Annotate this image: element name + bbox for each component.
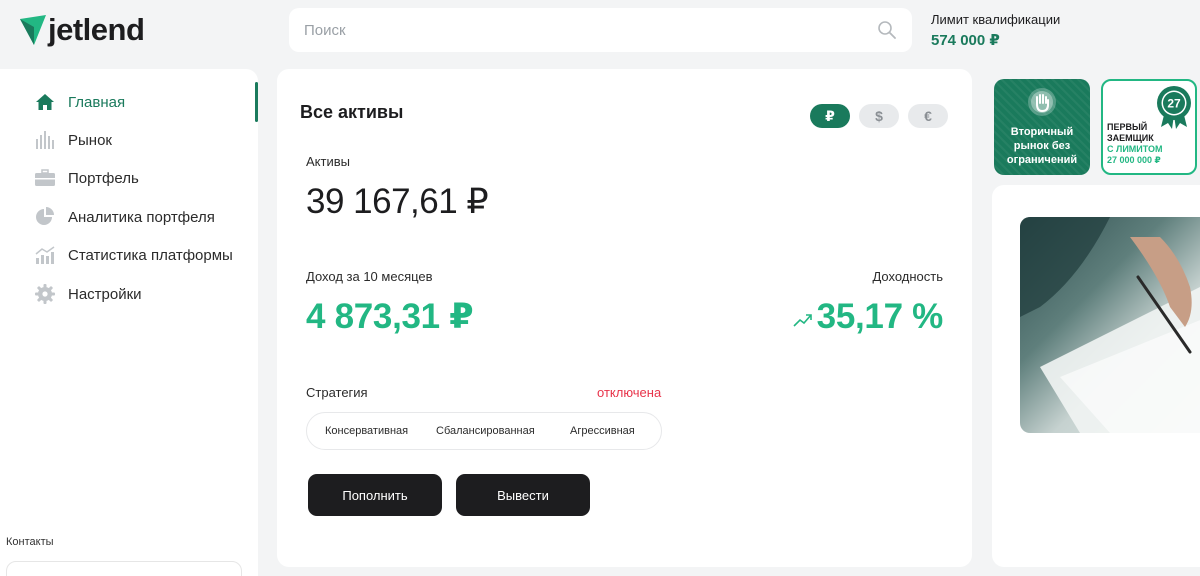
strategy-balanced[interactable]: Сбалансированная (436, 425, 535, 437)
yield-label: Доходность (872, 269, 943, 284)
qualification-limit: Лимит квалификации 574 000 ₽ (931, 12, 1060, 49)
income-label: Доход за 10 месяцев (306, 269, 433, 284)
limit-label: Лимит квалификации (931, 12, 1061, 27)
currency-switcher: ₽ $ € (810, 104, 948, 128)
deposit-button[interactable]: Пополнить (308, 474, 442, 516)
promo-text-line: рынок без (1013, 140, 1071, 152)
sidebar-item-settings[interactable]: Настройки (34, 282, 142, 306)
limit-value: 574 000 ₽ (931, 32, 1000, 49)
income-value: 4 873,31 ₽ (306, 297, 474, 336)
assets-value: 39 167,61 ₽ (306, 182, 489, 221)
sidebar-item-label: Аналитика портфеля (68, 208, 215, 226)
assets-label: Активы (306, 154, 350, 169)
logo[interactable]: jetlend (20, 12, 145, 48)
sidebar-item-label: Статистика платформы (68, 246, 233, 264)
photo-illustration (1020, 217, 1200, 433)
logo-mark-icon (20, 15, 46, 45)
strategy-conservative[interactable]: Консервативная (325, 425, 408, 437)
logo-text: jetlend (48, 12, 145, 47)
active-indicator (255, 82, 258, 122)
strategy-selector: Консервативная Сбалансированная Агрессив… (306, 412, 662, 450)
search-bar[interactable] (289, 8, 912, 52)
medal-icon: 27 (1157, 86, 1191, 129)
currency-eur-button[interactable]: € (908, 104, 948, 128)
promo-text-line: ПЕРВЫЙ (1107, 122, 1148, 132)
promo-text-line: С ЛИМИТОМ (1107, 144, 1163, 154)
promo-secondary-text: Вторичный рынок без ограничений (994, 125, 1090, 167)
search-icon[interactable] (877, 20, 897, 40)
stats-icon (34, 245, 55, 266)
sidebar-item-market[interactable]: Рынок (34, 128, 112, 152)
currency-usd-button[interactable]: $ (859, 104, 899, 128)
sidebar-item-analytics[interactable]: Аналитика портфеля (34, 205, 215, 229)
strategy-label: Стратегия (306, 385, 368, 400)
promo-text-line: ограничений (1006, 154, 1078, 166)
promo-banner[interactable] (992, 185, 1200, 567)
medal-number: 27 (1167, 97, 1181, 111)
promo-first-borrower-limit: С ЛИМИТОМ 27 000 000 ₽ (1107, 144, 1163, 166)
sidebar-item-home[interactable]: Главная (34, 90, 125, 114)
pie-chart-icon (34, 207, 55, 228)
sidebar: Главная Рынок Портфель Аналитика портфел… (0, 69, 258, 576)
sidebar-item-label: Главная (68, 93, 126, 111)
trend-up-icon (793, 314, 812, 327)
contacts-box[interactable] (6, 561, 242, 576)
promo-text-line: ЗАЕМЩИК (1107, 133, 1154, 143)
card-title: Все активы (300, 102, 404, 122)
currency-rub-button[interactable]: ₽ (810, 104, 850, 128)
signing-document-image (1020, 217, 1200, 433)
promo-first-borrower-title: ПЕРВЫЙ ЗАЕМЩИК (1107, 122, 1154, 144)
promo-text-line: Вторичный (1010, 126, 1074, 138)
gear-icon (34, 284, 55, 305)
search-input[interactable] (304, 21, 877, 39)
sidebar-item-label: Портфель (68, 169, 139, 187)
sidebar-item-portfolio[interactable]: Портфель (34, 166, 139, 190)
market-bars-icon (34, 130, 55, 151)
withdraw-button[interactable]: Вывести (456, 474, 590, 516)
all-assets-card: Все активы ₽ $ € Активы 39 167,61 ₽ Дохо… (277, 69, 972, 567)
strategy-aggressive[interactable]: Агрессивная (570, 425, 635, 437)
promo-first-borrower[interactable]: 27 ПЕРВЫЙ ЗАЕМЩИК С ЛИМИТОМ 27 000 000 ₽ (1101, 79, 1197, 175)
sidebar-item-statistics[interactable]: Статистика платформы (34, 243, 233, 267)
yield-value: 35,17 % (816, 297, 944, 336)
sidebar-item-label: Рынок (68, 131, 112, 149)
promo-text-line: 27 000 000 ₽ (1107, 155, 1161, 165)
stop-hand-icon (1028, 88, 1056, 116)
briefcase-icon (34, 168, 55, 189)
promo-secondary-market[interactable]: Вторичный рынок без ограничений (994, 79, 1090, 175)
home-icon (34, 92, 55, 113)
yield: 35,17 % (793, 297, 943, 337)
strategy-status: отключена (597, 385, 662, 400)
sidebar-item-label: Настройки (68, 285, 142, 303)
contacts-label: Контакты (6, 536, 54, 548)
